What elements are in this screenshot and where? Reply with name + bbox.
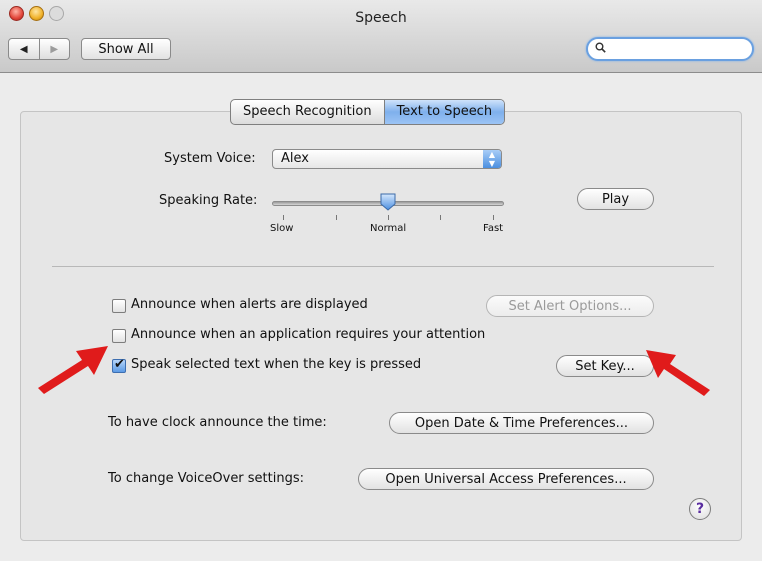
annotation-arrow-left-icon: [38, 346, 108, 394]
window-title: Speech: [355, 10, 407, 26]
play-button[interactable]: Play: [577, 188, 654, 210]
set-key-label: Set Key...: [575, 358, 635, 374]
rate-tick: [388, 215, 389, 220]
title-bar: Speech ◀ ▶ Show All: [0, 0, 762, 73]
rate-normal-label: Normal: [370, 223, 407, 234]
back-forward-control: ◀ ▶: [8, 38, 70, 60]
announce-app-attention-label: Announce when an application requires yo…: [131, 327, 486, 342]
search-icon: [595, 42, 606, 56]
open-date-time-preferences-label: Open Date & Time Preferences...: [414, 415, 629, 431]
open-universal-access-preferences-button[interactable]: Open Universal Access Preferences...: [358, 468, 654, 490]
set-alert-options-label: Set Alert Options...: [508, 298, 632, 314]
back-arrow-icon: ◀: [19, 43, 28, 55]
annotation-arrow-right-icon: [646, 350, 710, 396]
tab-speech-recognition[interactable]: Speech Recognition: [231, 100, 384, 124]
play-button-label: Play: [601, 191, 630, 207]
select-arrows-icon: ▲ ▼: [483, 150, 501, 168]
back-button[interactable]: ◀: [9, 39, 40, 59]
help-button[interactable]: ?: [689, 498, 711, 520]
speak-selected-text-checkbox[interactable]: ✔: [112, 357, 126, 373]
checkmark-icon: ✔: [114, 357, 125, 372]
system-voice-select[interactable]: Alex ▲ ▼: [272, 149, 502, 169]
show-all-button[interactable]: Show All: [81, 38, 171, 60]
speaking-rate-label: Speaking Rate:: [159, 193, 258, 208]
set-key-button[interactable]: Set Key...: [556, 355, 654, 377]
rate-tick: [440, 215, 441, 220]
tab-text-to-speech[interactable]: Text to Speech: [383, 100, 505, 124]
clock-announce-label: To have clock announce the time:: [108, 415, 327, 430]
rate-tick: [493, 215, 494, 220]
speaking-rate-slider-thumb[interactable]: [379, 193, 397, 211]
search-input[interactable]: [608, 41, 746, 57]
forward-arrow-icon: ▶: [50, 43, 59, 55]
open-date-time-preferences-button[interactable]: Open Date & Time Preferences...: [389, 412, 654, 434]
rate-fast-label: Fast: [483, 223, 504, 234]
speak-selected-text-label: Speak selected text when the key is pres…: [131, 357, 422, 372]
open-universal-access-preferences-label: Open Universal Access Preferences...: [385, 471, 627, 487]
rate-tick: [283, 215, 284, 220]
help-icon: ?: [695, 501, 705, 517]
system-voice-value: Alex: [281, 151, 309, 166]
set-alert-options-button[interactable]: Set Alert Options...: [486, 295, 654, 317]
tab-bar: Speech Recognition Text to Speech: [230, 99, 506, 125]
section-divider: [52, 266, 714, 267]
rate-slow-label: Slow: [270, 223, 294, 234]
announce-app-attention-checkbox[interactable]: [112, 329, 126, 343]
announce-alerts-label: Announce when alerts are displayed: [131, 297, 368, 312]
show-all-label: Show All: [98, 41, 154, 57]
search-field[interactable]: [586, 37, 754, 61]
forward-button[interactable]: ▶: [40, 39, 70, 59]
voiceover-label: To change VoiceOver settings:: [108, 471, 305, 486]
rate-tick: [336, 215, 337, 220]
announce-alerts-checkbox[interactable]: [112, 299, 126, 313]
speech-preferences-window: Speech ◀ ▶ Show All Speech Recognition T…: [0, 0, 762, 561]
system-voice-label: System Voice:: [164, 151, 256, 166]
